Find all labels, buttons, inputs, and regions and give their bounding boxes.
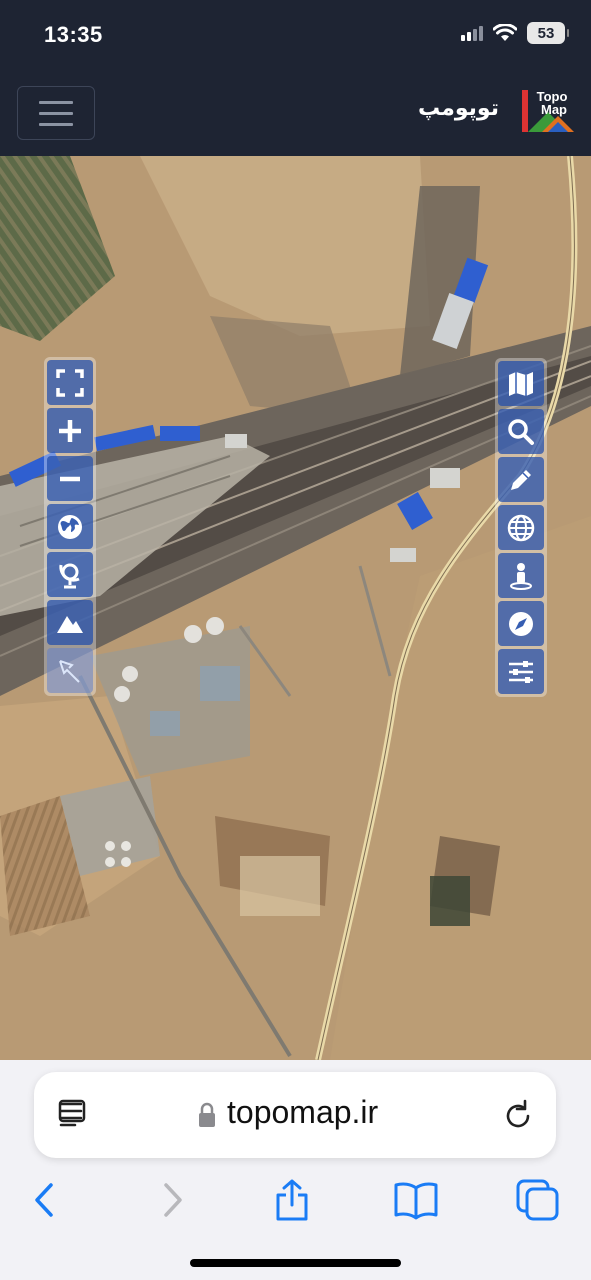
- terrain-button[interactable]: [47, 600, 93, 645]
- left-map-controls: [44, 357, 96, 696]
- fullscreen-button[interactable]: [47, 360, 93, 405]
- 3d-globe-button[interactable]: [47, 552, 93, 597]
- book-icon: [394, 1182, 438, 1220]
- menu-toggle-button[interactable]: [17, 86, 95, 140]
- globe-icon: [58, 514, 82, 539]
- tabs-button[interactable]: [514, 1178, 562, 1222]
- hamburger-line: [39, 111, 73, 115]
- battery-icon: 53: [527, 22, 569, 44]
- draw-button[interactable]: [498, 457, 544, 502]
- street-view-button[interactable]: [498, 553, 544, 598]
- reload-icon[interactable]: [502, 1098, 534, 1132]
- status-icons: 53: [461, 22, 569, 44]
- chevron-left-icon: [35, 1183, 53, 1217]
- share-button[interactable]: [270, 1178, 314, 1222]
- search-button[interactable]: [498, 409, 544, 454]
- bookmarks-button[interactable]: [390, 1178, 442, 1222]
- address-bar[interactable]: topomap.ir: [34, 1072, 556, 1158]
- terrain-icon: [57, 615, 83, 633]
- right-map-controls: [495, 358, 547, 697]
- reader-mode-icon[interactable]: [58, 1098, 90, 1132]
- logo-text-map: Map: [541, 102, 567, 117]
- zoom-out-icon: [60, 476, 80, 481]
- pointer-button[interactable]: [47, 648, 93, 693]
- fullscreen-icon: [56, 368, 84, 397]
- back-button[interactable]: [23, 1178, 67, 1222]
- topomap-logo[interactable]: Topo Map: [518, 86, 574, 136]
- chevron-right-icon: [164, 1183, 182, 1217]
- hamburger-line: [39, 122, 73, 126]
- zoom-out-button[interactable]: [47, 456, 93, 501]
- browser-nav-row: [0, 1170, 591, 1230]
- zoom-in-button[interactable]: [47, 408, 93, 453]
- 3d-globe-icon: [59, 563, 80, 588]
- search-icon: [508, 418, 534, 445]
- street-view-icon: [510, 562, 532, 590]
- settings-sliders-icon: [509, 660, 533, 683]
- tabs-icon: [516, 1179, 559, 1221]
- hamburger-line: [39, 100, 73, 104]
- status-time: 13:35: [44, 22, 103, 47]
- site-title[interactable]: توپومپ: [418, 96, 499, 121]
- compass-icon: [509, 611, 533, 636]
- map-layers-button[interactable]: [498, 361, 544, 406]
- status-bar: 13:35 53: [0, 0, 591, 70]
- forward-button[interactable]: [150, 1178, 194, 1222]
- share-icon: [276, 1179, 308, 1221]
- browser-toolbar: topomap.ir: [0, 1060, 591, 1280]
- pointer-icon: [59, 659, 80, 683]
- compass-button[interactable]: [498, 601, 544, 646]
- url-text[interactable]: topomap.ir: [227, 1094, 378, 1131]
- settings-button[interactable]: [498, 649, 544, 694]
- language-button[interactable]: [498, 505, 544, 550]
- map-layers-icon: [509, 371, 533, 396]
- pencil-icon: [511, 469, 531, 490]
- wifi-icon: [493, 24, 517, 41]
- zoom-in-icon: [59, 419, 81, 442]
- site-header: توپومپ Topo Map: [0, 70, 591, 156]
- lock-icon: [199, 1102, 215, 1127]
- web-globe-icon: [507, 514, 535, 541]
- world-view-button[interactable]: [47, 504, 93, 549]
- satellite-map[interactable]: [0, 156, 591, 1060]
- battery-level: 53: [537, 24, 555, 42]
- cellular-signal-icon: [461, 26, 483, 41]
- home-indicator: [190, 1259, 401, 1267]
